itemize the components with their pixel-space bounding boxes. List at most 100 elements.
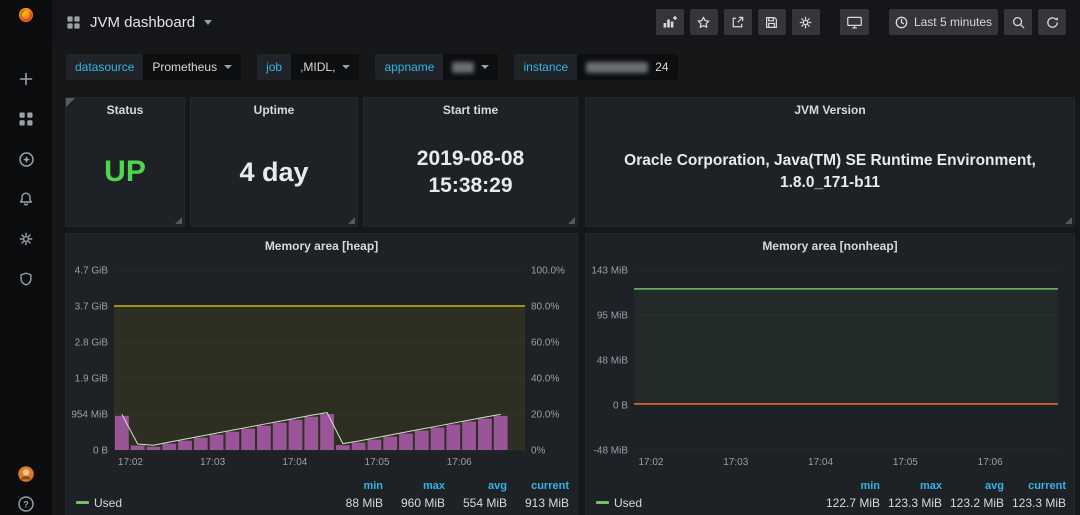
- legend-value: 913 MiB: [524, 495, 569, 510]
- svg-text:17:03: 17:03: [200, 457, 225, 468]
- svg-text:17:06: 17:06: [978, 457, 1003, 468]
- time-range-picker[interactable]: Last 5 minutes: [888, 9, 998, 35]
- status-value: UP: [104, 155, 146, 188]
- svg-text:?: ?: [23, 500, 29, 510]
- memory-nonheap-panel[interactable]: Memory area [nonheap] 143 MiB 95 MiB 48 Mi…: [585, 233, 1075, 515]
- legend-header-current[interactable]: current: [507, 480, 569, 492]
- appname-value-dropdown[interactable]: [443, 54, 499, 80]
- status-panel[interactable]: Status UP: [65, 97, 185, 227]
- template-variables-row: datasource Prometheus job ,MIDL, appname: [52, 44, 1080, 88]
- svg-text:60.0%: 60.0%: [531, 338, 559, 349]
- nonheap-chart[interactable]: 143 MiB 95 MiB 48 MiB 0 B -48 MiB 17:02 17:03 1…: [586, 258, 1068, 470]
- create-plus-icon[interactable]: [17, 70, 35, 88]
- panel-title[interactable]: JVM Version: [586, 98, 1074, 122]
- job-variable: job ,MIDL,: [257, 54, 360, 80]
- panel-resize-handle[interactable]: [1065, 217, 1072, 224]
- clock-icon: [895, 16, 908, 28]
- datasource-variable: datasource Prometheus: [66, 54, 242, 80]
- panel-title[interactable]: Uptime: [191, 98, 357, 122]
- help-question-icon[interactable]: ?: [17, 495, 35, 513]
- job-value-dropdown[interactable]: ,MIDL,: [291, 54, 360, 80]
- add-panel-button[interactable]: [655, 9, 684, 35]
- svg-text:17:05: 17:05: [365, 457, 390, 468]
- legend-value: 554 MiB: [462, 495, 507, 510]
- svg-text:0 B: 0 B: [613, 401, 628, 412]
- datasource-value-dropdown[interactable]: Prometheus: [143, 54, 242, 80]
- chevron-down-icon: [342, 65, 351, 69]
- svg-text:143 MiB: 143 MiB: [591, 266, 628, 277]
- svg-text:-48 MiB: -48 MiB: [594, 446, 629, 457]
- panel-resize-handle[interactable]: [568, 217, 575, 224]
- heap-chart[interactable]: 4.7 GiB 100.0% 3.7 GiB 80.0% 2.8 GiB 60.0% 1.9…: [66, 258, 571, 470]
- panel-resize-handle[interactable]: [348, 217, 355, 224]
- chevron-down-icon: [204, 19, 213, 25]
- svg-text:17:03: 17:03: [723, 457, 748, 468]
- nonheap-legend: min max avg current Used 122.7 MiB 123.3…: [586, 475, 1074, 511]
- zoom-out-time-button[interactable]: [1004, 9, 1032, 35]
- refresh-button[interactable]: [1038, 9, 1066, 35]
- instance-value-dropdown[interactable]: 24: [577, 54, 678, 80]
- svg-text:17:02: 17:02: [118, 457, 143, 468]
- legend-header-avg[interactable]: avg: [445, 480, 507, 492]
- alerting-bell-icon[interactable]: [17, 190, 35, 208]
- page-title: JVM dashboard: [90, 13, 196, 31]
- grafana-logo-icon[interactable]: [17, 6, 35, 24]
- share-icon: [733, 16, 744, 27]
- legend-header-avg[interactable]: avg: [942, 480, 1004, 492]
- legend-series-used[interactable]: Used: [76, 496, 321, 510]
- svg-text:40.0%: 40.0%: [531, 374, 559, 385]
- panel-title[interactable]: Memory area [nonheap]: [586, 234, 1074, 258]
- panel-title[interactable]: Status: [66, 98, 184, 122]
- panel-resize-handle[interactable]: [175, 217, 182, 224]
- dashboard-title-menu[interactable]: JVM dashboard: [66, 13, 213, 31]
- user-avatar[interactable]: [17, 465, 35, 483]
- legend-header-current[interactable]: current: [1004, 480, 1066, 492]
- panel-title[interactable]: Start time: [364, 98, 577, 122]
- svg-text:0%: 0%: [531, 446, 546, 457]
- search-icon: [1012, 16, 1024, 28]
- legend-header-min[interactable]: min: [321, 480, 383, 492]
- memory-heap-panel[interactable]: Memory area [heap] 4.7 GiB 100.0% 3.7 GiB 8…: [65, 233, 578, 515]
- legend-header-max[interactable]: max: [880, 480, 942, 492]
- share-dashboard-button[interactable]: [723, 9, 752, 35]
- dashboard-settings-button[interactable]: [791, 9, 820, 35]
- legend-header-max[interactable]: max: [383, 480, 445, 492]
- gear-icon: [800, 16, 812, 28]
- legend-header-min[interactable]: min: [818, 480, 880, 492]
- grafana-app: ? JVM dashboard Last 5 minutes datasourc…: [0, 0, 1080, 515]
- jvm-version-value: Oracle Corporation, Java(TM) SE Runtime …: [624, 151, 1036, 191]
- save-dashboard-button[interactable]: [757, 9, 786, 35]
- cycle-view-mode-button[interactable]: [839, 9, 869, 35]
- configuration-gear-icon[interactable]: [17, 230, 35, 248]
- star-dashboard-button[interactable]: [689, 9, 718, 35]
- start-time-panel[interactable]: Start time 2019-08-08 15:38:29: [363, 97, 578, 227]
- explore-compass-icon[interactable]: [17, 150, 35, 168]
- instance-label: instance: [514, 54, 578, 80]
- server-admin-shield-icon[interactable]: [17, 270, 35, 288]
- datasource-label: datasource: [66, 54, 144, 80]
- legend-value: 123.2 MiB: [949, 495, 1004, 510]
- instance-variable: instance 24: [514, 54, 678, 80]
- refresh-icon: [1046, 16, 1058, 28]
- jvm-version-panel[interactable]: JVM Version Oracle Corporation, Java(TM)…: [585, 97, 1075, 227]
- svg-text:100.0%: 100.0%: [531, 266, 565, 277]
- panel-corner-info-icon[interactable]: [66, 98, 75, 107]
- heap-legend: min max avg current Used 88 MiB 960 MiB …: [66, 475, 577, 511]
- svg-text:954 MiB: 954 MiB: [71, 410, 108, 421]
- star-icon: [698, 16, 710, 28]
- panel-title[interactable]: Memory area [heap]: [66, 234, 577, 258]
- legend-value: 123.3 MiB: [1011, 495, 1066, 510]
- uptime-panel[interactable]: Uptime 4 day: [190, 97, 358, 227]
- legend-value: 122.7 MiB: [825, 495, 880, 510]
- svg-text:17:05: 17:05: [893, 457, 918, 468]
- svg-text:80.0%: 80.0%: [531, 302, 559, 313]
- legend-value: 88 MiB: [345, 495, 383, 510]
- legend-value: 123.3 MiB: [887, 495, 942, 510]
- legend-value: 960 MiB: [400, 495, 445, 510]
- svg-text:20.0%: 20.0%: [531, 410, 559, 421]
- legend-series-used[interactable]: Used: [596, 496, 818, 510]
- svg-text:17:06: 17:06: [447, 457, 472, 468]
- redacted-value: [452, 61, 475, 73]
- dashboards-grid-icon[interactable]: [17, 110, 35, 128]
- job-label: job: [257, 54, 292, 80]
